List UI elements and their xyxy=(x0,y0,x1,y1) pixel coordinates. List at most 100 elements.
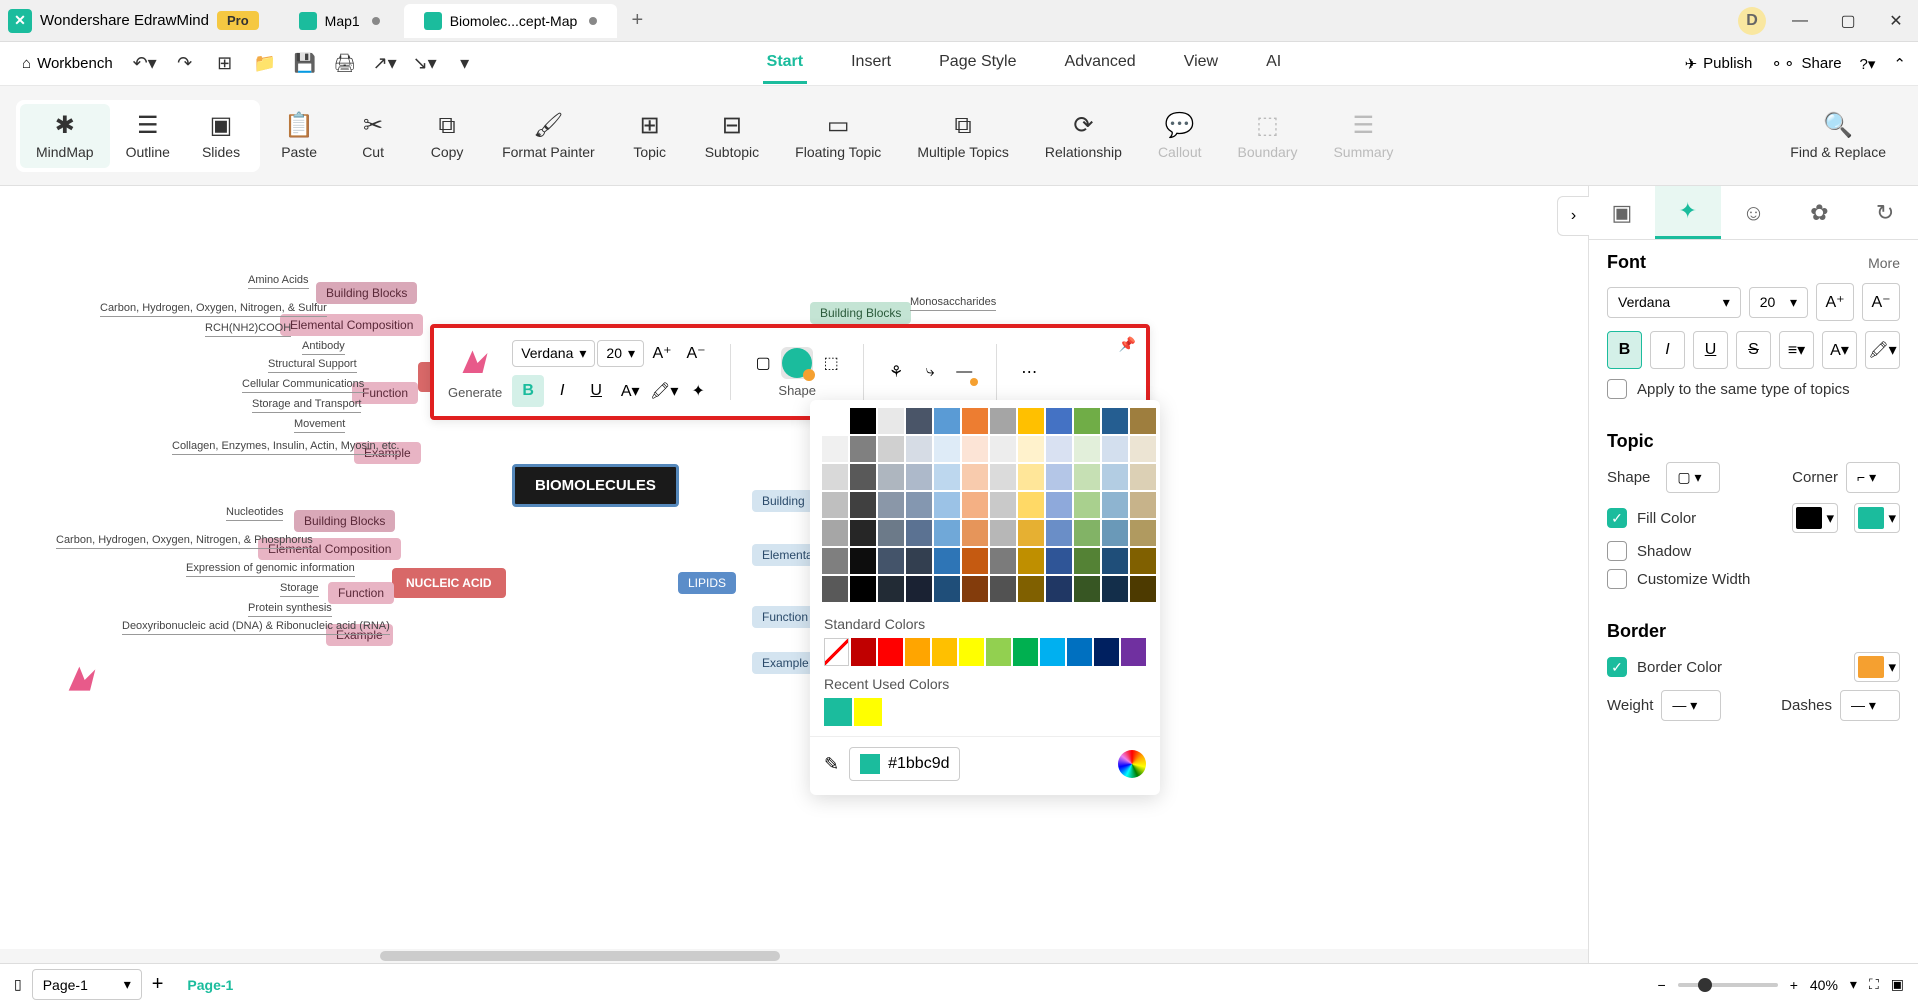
color-cell[interactable] xyxy=(1130,408,1156,434)
leaf-chonp[interactable]: Carbon, Hydrogen, Oxygen, Nitrogen, & Ph… xyxy=(56,532,313,549)
color-cell[interactable] xyxy=(1040,638,1065,666)
color-cell[interactable] xyxy=(1046,548,1072,574)
minimize-button[interactable]: — xyxy=(1786,7,1814,35)
color-cell[interactable] xyxy=(1067,638,1092,666)
color-cell[interactable] xyxy=(962,492,988,518)
leaf-struct[interactable]: Structural Support xyxy=(268,356,357,373)
leaf-collagen[interactable]: Collagen, Enzymes, Insulin, Actin, Myosi… xyxy=(172,438,399,455)
increase-font-button[interactable]: A⁺ xyxy=(1816,283,1854,321)
color-cell[interactable] xyxy=(1018,576,1044,602)
color-cell[interactable] xyxy=(1046,576,1072,602)
font-family-select[interactable]: Verdana▾ xyxy=(512,340,595,367)
panel-tab-style[interactable]: ▣ xyxy=(1589,186,1655,239)
format-painter-button[interactable]: 🖌Format Painter xyxy=(486,104,611,168)
node-lipids-bb[interactable]: Building xyxy=(752,490,815,512)
strikethrough-button[interactable]: S xyxy=(1736,331,1771,369)
zoom-out-button[interactable]: − xyxy=(1658,977,1666,993)
color-cell[interactable] xyxy=(850,520,876,546)
leaf-dna-rna[interactable]: Deoxyribonucleic acid (DNA) & Ribonuclei… xyxy=(122,618,390,635)
leaf-expression[interactable]: Expression of genomic information xyxy=(186,560,355,577)
menu-tab-start[interactable]: Start xyxy=(763,43,807,84)
color-cell[interactable] xyxy=(824,638,849,666)
mindmap-view-button[interactable]: ✱MindMap xyxy=(20,104,110,168)
color-cell[interactable] xyxy=(934,464,960,490)
floating-topic-button[interactable]: ▭Floating Topic xyxy=(779,104,897,168)
bold-button[interactable]: B xyxy=(1607,331,1642,369)
structure-button[interactable]: ⚘ xyxy=(880,356,912,388)
color-cell[interactable] xyxy=(990,408,1016,434)
shape-select[interactable]: ▢ ▾ xyxy=(1666,462,1720,493)
maximize-button[interactable]: ▢ xyxy=(1834,7,1862,35)
color-cell[interactable] xyxy=(990,464,1016,490)
page-select[interactable]: Page-1▾ xyxy=(32,969,142,1000)
slides-view-button[interactable]: ▣Slides xyxy=(186,104,256,168)
callout-button[interactable]: 💬Callout xyxy=(1142,104,1218,168)
more-button[interactable]: ▾ xyxy=(447,46,483,82)
color-cell[interactable] xyxy=(1074,436,1100,462)
leaf-chons[interactable]: Carbon, Hydrogen, Oxygen, Nitrogen, & Su… xyxy=(100,300,327,317)
color-cell[interactable] xyxy=(850,576,876,602)
color-cell[interactable] xyxy=(851,638,876,666)
page-tab-1[interactable]: Page-1 xyxy=(173,971,247,999)
add-page-button[interactable]: + xyxy=(152,973,164,996)
save-button[interactable]: 💾 xyxy=(287,46,323,82)
copy-button[interactable]: ⧉Copy xyxy=(412,104,482,168)
color-cell[interactable] xyxy=(1046,464,1072,490)
color-cell[interactable] xyxy=(906,576,932,602)
menu-tab-insert[interactable]: Insert xyxy=(847,43,895,84)
font-size-select[interactable]: 20▾ xyxy=(1749,287,1808,318)
underline-button[interactable]: U xyxy=(1693,331,1728,369)
redo-button[interactable]: ↷ xyxy=(167,46,203,82)
color-cell[interactable] xyxy=(1074,520,1100,546)
subtopic-button[interactable]: ⊟Subtopic xyxy=(689,104,775,168)
menu-tab-ai[interactable]: AI xyxy=(1262,43,1285,84)
color-cell[interactable] xyxy=(822,492,848,518)
paste-button[interactable]: 📋Paste xyxy=(264,104,334,168)
color-cell[interactable] xyxy=(822,408,848,434)
color-cell[interactable] xyxy=(962,520,988,546)
color-cell[interactable] xyxy=(850,436,876,462)
relationship-button[interactable]: ⟳Relationship xyxy=(1029,104,1138,168)
summary-button[interactable]: ☰Summary xyxy=(1317,104,1409,168)
color-cell[interactable] xyxy=(878,576,904,602)
node-bb-right[interactable]: Building Blocks xyxy=(810,302,911,324)
color-cell[interactable] xyxy=(1074,492,1100,518)
node-na-func[interactable]: Function xyxy=(328,582,394,604)
node-lipids-ex[interactable]: Example xyxy=(752,652,819,674)
bold-button[interactable]: B xyxy=(512,375,544,407)
color-cell[interactable] xyxy=(906,436,932,462)
color-cell[interactable] xyxy=(934,408,960,434)
color-cell[interactable] xyxy=(1130,520,1156,546)
node-elemental[interactable]: Elemental Composition xyxy=(280,314,423,336)
color-cell[interactable] xyxy=(990,492,1016,518)
font-size-select[interactable]: 20▾ xyxy=(597,340,644,367)
fill-color-swatch-2[interactable]: ▾ xyxy=(1854,503,1900,533)
leaf-amino[interactable]: Amino Acids xyxy=(248,272,309,289)
color-cell[interactable] xyxy=(906,520,932,546)
panel-tab-ai[interactable]: ✦ xyxy=(1655,186,1721,239)
color-cell[interactable] xyxy=(1102,464,1128,490)
zoom-value[interactable]: 40% xyxy=(1810,977,1838,993)
leaf-storage[interactable]: Storage and Transport xyxy=(252,396,361,413)
color-cell[interactable] xyxy=(906,548,932,574)
color-cell[interactable] xyxy=(822,464,848,490)
shadow-checkbox[interactable] xyxy=(1607,541,1627,561)
color-cell[interactable] xyxy=(850,548,876,574)
zoom-thumb[interactable] xyxy=(1698,978,1712,992)
leaf-storage2[interactable]: Storage xyxy=(280,580,319,597)
color-cell[interactable] xyxy=(854,698,882,726)
color-cell[interactable] xyxy=(1094,638,1119,666)
color-cell[interactable] xyxy=(878,548,904,574)
color-cell[interactable] xyxy=(962,408,988,434)
border-color-checkbox[interactable]: ✓ xyxy=(1607,657,1627,677)
shape-style-button[interactable]: ⬚ xyxy=(815,347,847,379)
color-cell[interactable] xyxy=(878,436,904,462)
menu-tab-page-style[interactable]: Page Style xyxy=(935,43,1020,84)
italic-button[interactable]: I xyxy=(1650,331,1685,369)
tab-biomolecules[interactable]: Biomolec...cept-Map xyxy=(404,4,618,38)
decrease-font-button[interactable]: A⁻ xyxy=(1862,283,1900,321)
color-cell[interactable] xyxy=(822,576,848,602)
horizontal-scrollbar[interactable] xyxy=(0,949,1588,963)
font-color-button[interactable]: A▾ xyxy=(614,375,646,407)
color-cell[interactable] xyxy=(1074,548,1100,574)
